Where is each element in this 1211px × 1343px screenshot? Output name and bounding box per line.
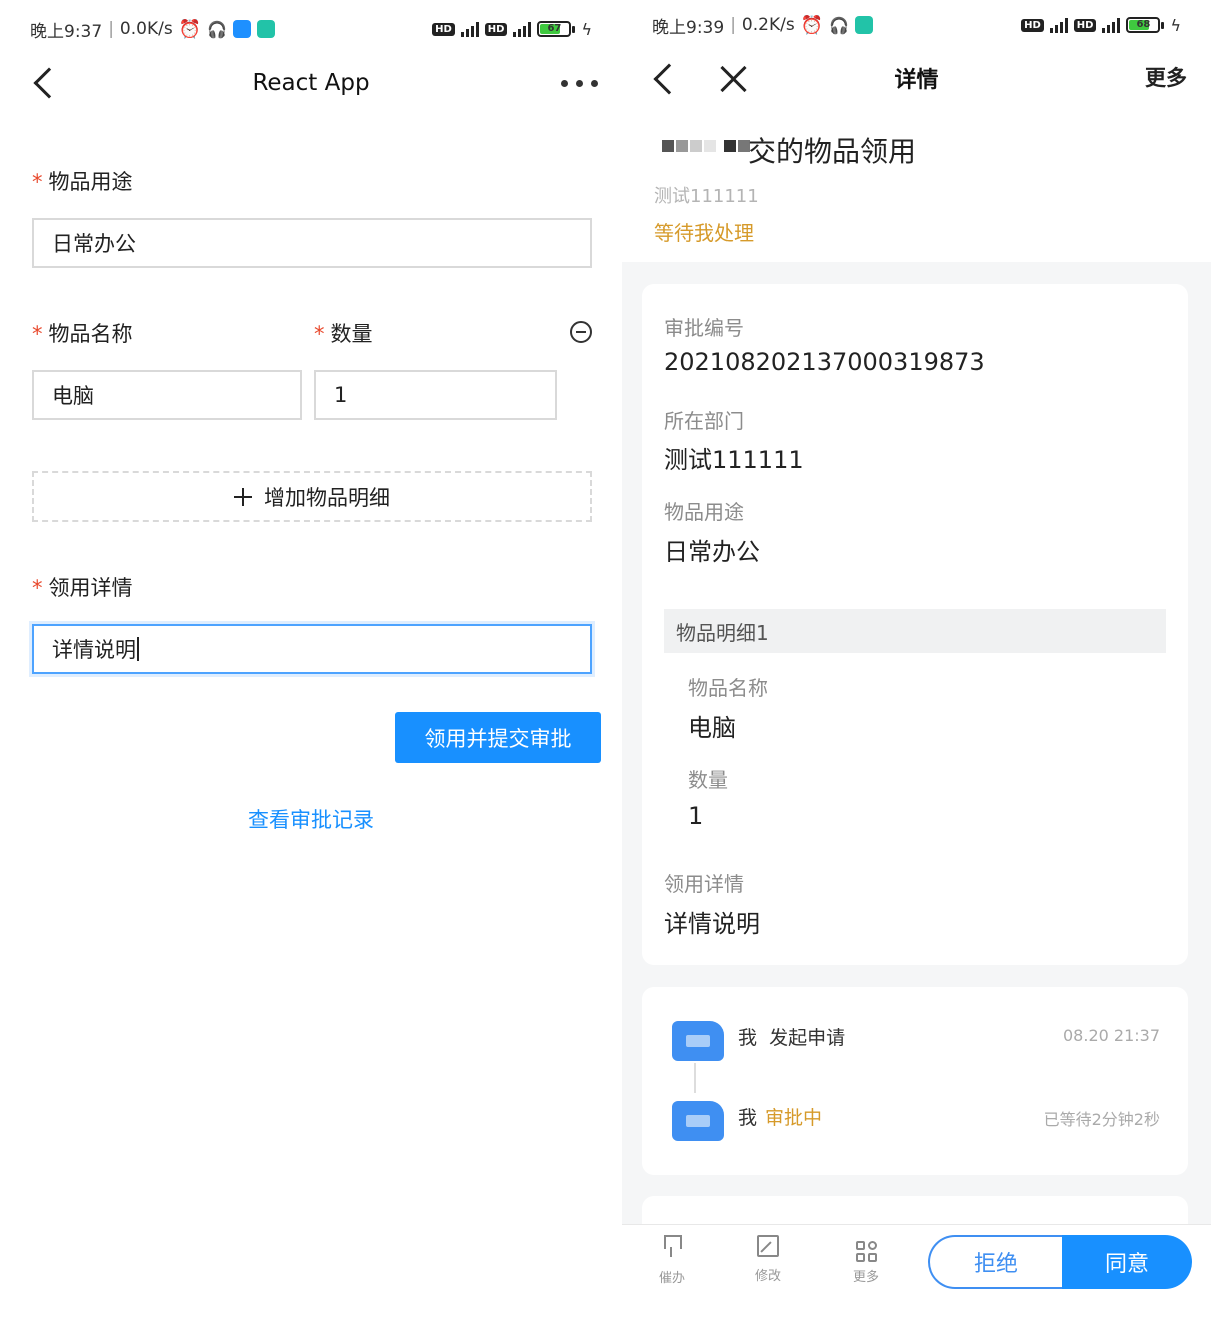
battery-icon: 67 xyxy=(537,21,576,37)
signal-icon xyxy=(1049,17,1068,33)
detail-label: * 领用详情 xyxy=(32,576,133,600)
approval-no-label: 审批编号 xyxy=(664,316,744,340)
quantity-label: * 数量 xyxy=(314,322,373,346)
charging-icon: ϟ xyxy=(1170,15,1181,35)
view-history-link[interactable]: 查看审批记录 xyxy=(0,804,622,834)
item-name-label: * 物品名称 xyxy=(32,322,133,346)
status-speed: 0.2K/s xyxy=(741,15,795,35)
item-detail-header: 物品明细1 xyxy=(664,609,1166,653)
timeline-wait-time: 已等待2分钟2秒 xyxy=(1043,1110,1160,1129)
item-name-value: 电脑 xyxy=(688,714,736,742)
form-screen: 晚上9:37 | 0.0K/s ⏰ 🎧 HD HD 67 ϟ React App… xyxy=(0,0,622,1343)
purpose-input[interactable]: 日常办公 xyxy=(32,218,592,268)
action-toolbar: 催办 修改 更多 拒绝 同意 xyxy=(622,1224,1211,1343)
hd-icon: HD xyxy=(1021,18,1044,32)
edit-button[interactable]: 修改 xyxy=(738,1235,798,1284)
hd-icon: HD xyxy=(1073,18,1097,32)
page-title: 详情 xyxy=(894,68,939,93)
approval-timeline-card: 我 发起申请 08.20 21:37 我审批中 已等待2分钟2秒 xyxy=(642,987,1188,1175)
dept-label: 所在部门 xyxy=(664,409,744,433)
agree-button[interactable]: 同意 xyxy=(1062,1235,1192,1289)
plus-icon xyxy=(234,487,252,506)
headset-icon: 🎧 xyxy=(207,19,228,39)
status-speed: 0.0K/s xyxy=(119,19,173,39)
headset-icon: 🎧 xyxy=(829,15,850,35)
more-menu-icon[interactable] xyxy=(561,80,598,87)
battery-icon: 68 xyxy=(1126,17,1165,33)
purpose-label: 物品用途 xyxy=(664,500,744,524)
timeline-time: 08.20 21:37 xyxy=(1063,1026,1160,1045)
detail-card: 审批编号 202108202137000319873 所在部门 测试111111… xyxy=(642,284,1188,965)
app-header: React App xyxy=(0,58,622,110)
status-bar: 晚上9:37 | 0.0K/s ⏰ 🎧 HD HD 67 ϟ xyxy=(30,18,592,42)
timeline-item: 我审批中 xyxy=(738,1107,823,1129)
dept-value: 测试111111 xyxy=(664,446,804,474)
request-dept: 测试111111 xyxy=(654,186,759,207)
remove-item-icon[interactable] xyxy=(570,321,592,343)
status-bar: 晚上9:39 | 0.2K/s ⏰ 🎧 HD HD 68 ϟ xyxy=(652,14,1181,38)
charging-icon: ϟ xyxy=(581,19,592,39)
signal-icon xyxy=(460,21,479,37)
detail-input[interactable]: 详情说明 xyxy=(32,624,592,674)
request-title: 交的物品领用 xyxy=(748,135,917,168)
message-notification-icon xyxy=(257,20,276,38)
purpose-label: * 物品用途 xyxy=(32,170,133,194)
edit-icon xyxy=(757,1235,779,1257)
applicant-avatar-icon xyxy=(672,1021,724,1061)
applicant-name-blur xyxy=(724,140,750,152)
approver-avatar-icon xyxy=(672,1101,724,1141)
detail-screen: 晚上9:39 | 0.2K/s ⏰ 🎧 HD HD 68 ϟ 详情 更多 交的物… xyxy=(622,0,1211,1343)
timeline-item: 我 发起申请 xyxy=(738,1027,846,1049)
urge-button[interactable]: 催办 xyxy=(642,1235,702,1286)
status-time: 晚上9:39 xyxy=(652,17,725,38)
item-name-input[interactable]: 电脑 xyxy=(32,370,302,420)
grid-icon xyxy=(855,1241,877,1262)
request-status: 等待我处理 xyxy=(654,221,754,245)
item-name-label: 物品名称 xyxy=(688,676,768,700)
timeline-connector xyxy=(694,1063,696,1093)
page-title: React App xyxy=(252,70,370,96)
app-notification-icon xyxy=(233,20,252,38)
add-item-button[interactable]: 增加物品明细 xyxy=(32,471,592,522)
reject-button[interactable]: 拒绝 xyxy=(928,1235,1062,1289)
pin-icon xyxy=(661,1235,683,1259)
submit-approval-button[interactable]: 领用并提交审批 xyxy=(395,712,601,763)
quantity-input[interactable]: 1 xyxy=(314,370,557,420)
detail-label: 领用详情 xyxy=(664,872,744,896)
alarm-icon: ⏰ xyxy=(800,14,824,36)
applicant-avatar xyxy=(662,140,716,152)
purpose-value: 日常办公 xyxy=(664,538,760,566)
hd-icon: HD xyxy=(484,22,508,36)
hd-icon: HD xyxy=(432,22,455,36)
quantity-value: 1 xyxy=(688,802,704,830)
signal-icon xyxy=(1102,17,1121,33)
more-actions-button[interactable]: 更多 xyxy=(836,1235,896,1285)
detail-value: 详情说明 xyxy=(664,910,760,938)
quantity-label: 数量 xyxy=(688,768,728,792)
text-caret xyxy=(137,637,139,661)
status-time: 晚上9:37 xyxy=(30,21,103,42)
alarm-icon: ⏰ xyxy=(178,18,202,40)
detail-header-area: 晚上9:39 | 0.2K/s ⏰ 🎧 HD HD 68 ϟ 详情 更多 交的物… xyxy=(622,0,1211,262)
message-notification-icon xyxy=(855,16,874,34)
signal-icon xyxy=(513,21,532,37)
more-button[interactable]: 更多 xyxy=(1145,62,1187,92)
approval-no-value: 202108202137000319873 xyxy=(664,348,985,376)
